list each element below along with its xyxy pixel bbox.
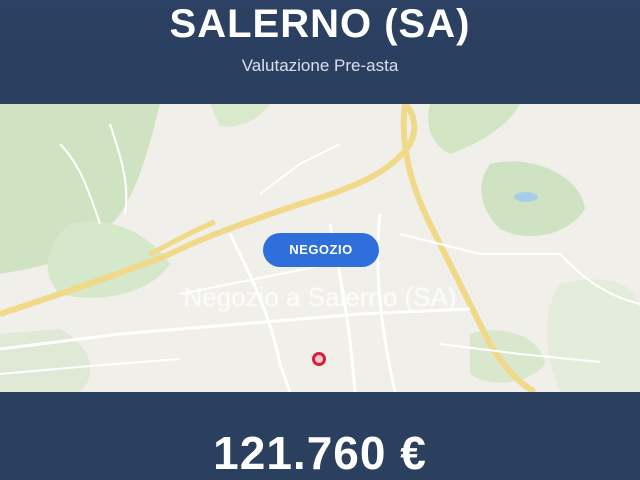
page-subtitle: Valutazione Pre-asta bbox=[241, 56, 399, 75]
map-caption: Negozio a Salerno (SA) bbox=[183, 282, 457, 312]
price-value: 121.760 € bbox=[213, 427, 427, 479]
header: SALERNO (SA) Valutazione Pre-asta bbox=[0, 0, 640, 104]
footer: 121.760 € bbox=[0, 392, 640, 480]
category-badge: NEGOZIO bbox=[263, 233, 379, 267]
page-title: SALERNO (SA) bbox=[169, 2, 471, 46]
map[interactable]: NEGOZIO Negozio a Salerno (SA) bbox=[0, 104, 640, 392]
location-marker-icon[interactable] bbox=[312, 352, 326, 366]
